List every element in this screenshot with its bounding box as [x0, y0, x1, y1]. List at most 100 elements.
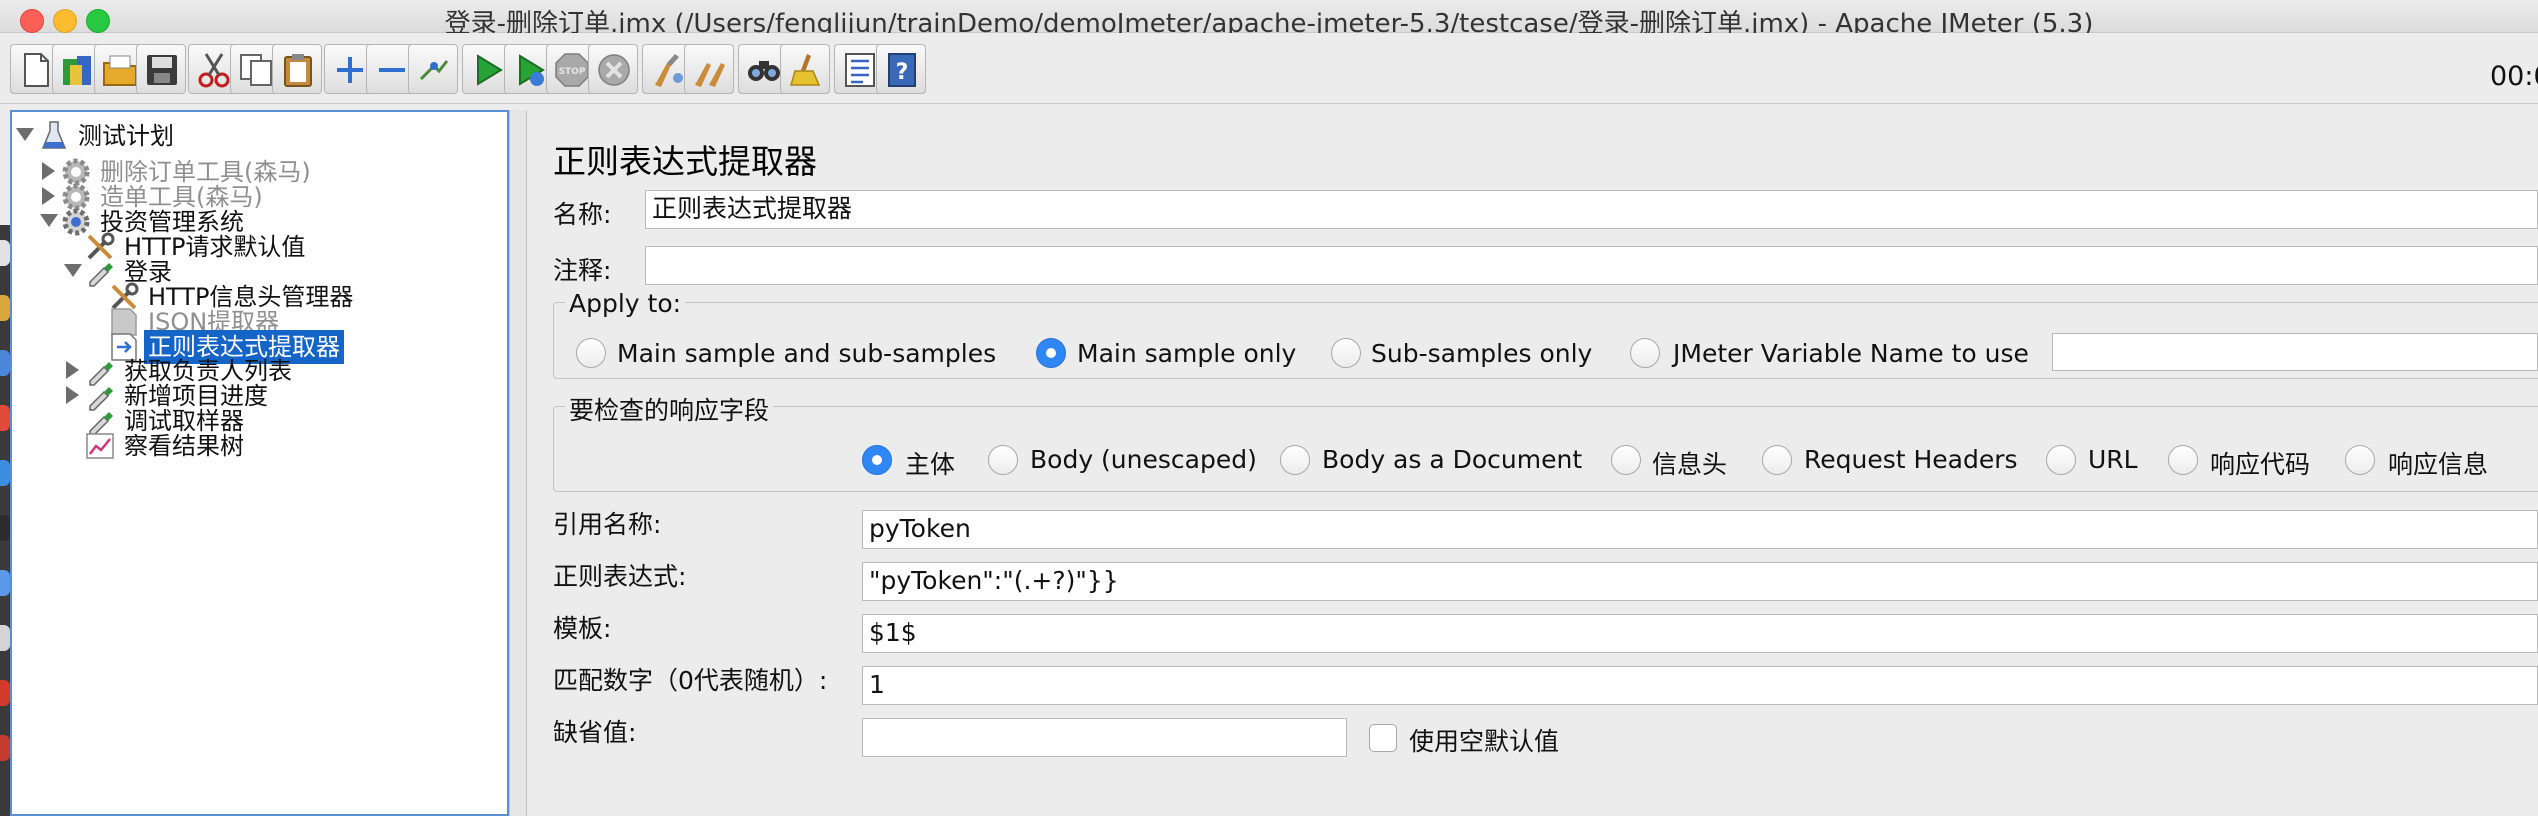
save-button[interactable] — [136, 44, 186, 94]
expand-toggle[interactable] — [64, 264, 82, 277]
name-field[interactable]: 正则表达式提取器 — [645, 190, 2538, 229]
reset-search-button[interactable] — [780, 44, 830, 94]
field-body-document-radio[interactable] — [1280, 445, 1310, 475]
expand-toggle[interactable] — [42, 162, 55, 180]
templates-icon — [63, 56, 91, 85]
regex-label: 正则表达式: — [553, 562, 687, 591]
svg-text:STOP: STOP — [559, 67, 586, 77]
field-headers-radio[interactable] — [1611, 445, 1641, 475]
use-empty-default-label: 使用空默认值 — [1409, 727, 1560, 756]
match-number-field[interactable]: 1 — [862, 666, 2538, 705]
dock-app-icon[interactable] — [0, 240, 10, 266]
dock-app-icon[interactable] — [0, 350, 10, 376]
dock-app-icon[interactable] — [0, 515, 10, 541]
comment-field[interactable] — [645, 246, 2538, 285]
clear-all-button[interactable] — [684, 44, 734, 94]
field-headers-label: 信息头 — [1652, 450, 1728, 479]
field-url-radio[interactable] — [2046, 445, 2076, 475]
remote-clear-icon — [655, 54, 683, 87]
default-value-field[interactable] — [862, 718, 1347, 757]
expand-toggle[interactable] — [16, 128, 34, 141]
paste-icon — [284, 54, 312, 87]
dock-app-icon[interactable] — [0, 295, 10, 321]
apply-main-only-label: Main sample only — [1077, 339, 1297, 368]
response-field-legend: 要检查的响应字段 — [565, 391, 774, 427]
toolbar: STOP ? 00:0 — [0, 33, 2538, 104]
template-field[interactable]: $1$ — [862, 614, 2538, 653]
function-helper-icon — [845, 53, 875, 87]
panel-title: 正则表达式提取器 — [553, 142, 817, 181]
use-empty-default-checkbox[interactable] — [1369, 724, 1397, 752]
field-body-document-label: Body as a Document — [1322, 445, 1583, 474]
dock-app-icon[interactable] — [0, 735, 10, 761]
field-response-code-radio[interactable] — [2168, 445, 2198, 475]
expand-toggle[interactable] — [40, 214, 58, 227]
clear-all-icon — [695, 63, 725, 87]
field-body-unescaped-radio[interactable] — [988, 445, 1018, 475]
apply-main-only-radio[interactable] — [1036, 338, 1066, 368]
start-icon — [477, 54, 503, 86]
dock-app-icon[interactable] — [0, 570, 10, 596]
field-body-unescaped-label: Body (unescaped) — [1030, 445, 1257, 474]
pane-splitter[interactable] — [509, 110, 527, 816]
expand-toggle[interactable] — [42, 187, 55, 205]
tree-node-label: 察看结果树 — [124, 432, 244, 460]
test-plan-tree[interactable]: 测试计划 删除订单工具(森马) 造单工具(森马) 投资管理系统 HTTP请求默认… — [10, 110, 509, 816]
expand-toggle[interactable] — [66, 386, 79, 404]
window-title-bar: 登录-删除订单.jmx (/Users/fenglijun/trainDemo/… — [0, 0, 2538, 39]
regex-field[interactable]: "pyToken":"(.+?)"}} — [862, 562, 2538, 601]
field-url-label: URL — [2088, 445, 2138, 474]
field-response-message-label: 响应信息 — [2388, 450, 2489, 479]
apply-variable-label: JMeter Variable Name to use — [1673, 339, 2029, 368]
toggle-button[interactable] — [408, 44, 458, 94]
match-number-label: 匹配数字（0代表随机）: — [553, 666, 828, 695]
reference-name-label: 引用名称: — [553, 510, 662, 539]
field-request-headers-radio[interactable] — [1762, 445, 1792, 475]
apply-to-legend: Apply to: — [565, 289, 686, 318]
svg-text:?: ? — [896, 60, 909, 85]
search-icon — [748, 61, 780, 81]
open-icon — [103, 55, 137, 86]
reset-search-icon — [790, 54, 821, 86]
toggle-icon — [419, 60, 449, 81]
start-no-pauses-icon — [519, 54, 545, 86]
field-request-headers-label: Request Headers — [1804, 445, 2018, 474]
dock-app-icon[interactable] — [0, 680, 10, 706]
field-body-radio[interactable] — [862, 445, 892, 475]
dock-app-icon[interactable] — [0, 460, 10, 486]
apply-sub-only-radio[interactable] — [1331, 338, 1361, 368]
expand-icon — [337, 57, 363, 83]
apply-main-and-sub-radio[interactable] — [576, 338, 606, 368]
paste-button[interactable] — [272, 44, 322, 94]
apply-variable-radio[interactable] — [1630, 338, 1660, 368]
shutdown-icon — [598, 54, 630, 86]
test-plan-icon — [41, 121, 67, 149]
help-icon: ? — [888, 53, 916, 87]
comment-label: 注释: — [553, 256, 612, 285]
apply-main-and-sub-label: Main sample and sub-samples — [617, 339, 997, 368]
stop-icon: STOP — [555, 53, 589, 87]
help-button[interactable]: ? — [876, 44, 926, 94]
dock-edge — [0, 225, 10, 816]
field-response-code-label: 响应代码 — [2210, 450, 2311, 479]
graph-icon — [86, 433, 114, 459]
collapse-icon — [379, 68, 405, 72]
field-body-label: 主体 — [905, 450, 956, 479]
dock-app-icon[interactable] — [0, 405, 10, 431]
save-icon — [147, 55, 177, 85]
tree-node-label: 测试计划 — [78, 122, 174, 150]
elapsed-timer: 00:0 — [2490, 61, 2538, 92]
field-response-message-radio[interactable] — [2345, 445, 2375, 475]
shutdown-button[interactable] — [588, 44, 638, 94]
cut-icon — [198, 53, 230, 88]
name-label: 名称: — [553, 200, 612, 229]
template-label: 模板: — [553, 614, 612, 643]
dock-app-icon[interactable] — [0, 625, 10, 651]
apply-sub-only-label: Sub-samples only — [1371, 339, 1593, 368]
default-value-label: 缺省值: — [553, 718, 637, 747]
variable-name-field[interactable] — [2052, 333, 2538, 371]
copy-icon — [240, 54, 272, 86]
reference-name-field[interactable]: pyToken — [862, 510, 2538, 549]
new-icon — [24, 53, 49, 87]
expand-toggle[interactable] — [66, 361, 79, 379]
